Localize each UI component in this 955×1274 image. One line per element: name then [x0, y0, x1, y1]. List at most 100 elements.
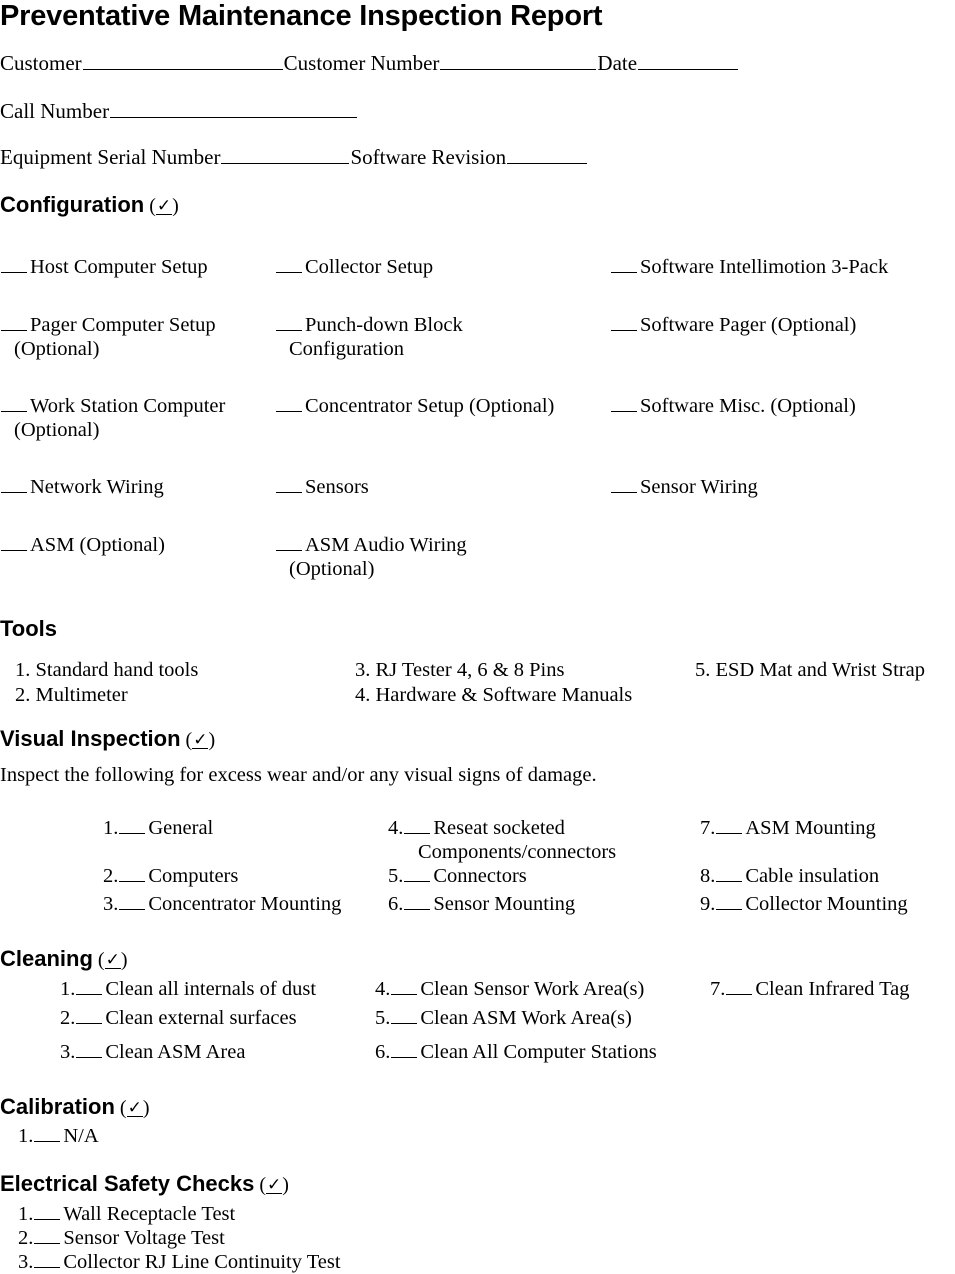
cleaning-item[interactable]: 1. Clean all internals of dust — [60, 977, 316, 1001]
cleaning-blank[interactable] — [76, 1042, 103, 1058]
config-item-sub: Configuration — [289, 338, 405, 361]
visual-blank[interactable] — [716, 866, 743, 882]
electrical-safety-blank[interactable] — [34, 1228, 61, 1244]
visual-blank[interactable] — [716, 894, 743, 910]
cleaning-item-number: 1. — [60, 978, 76, 1000]
customer-number-blank[interactable] — [440, 52, 597, 71]
date-blank[interactable] — [638, 52, 739, 71]
cleaning-item[interactable]: 6. Clean All Computer Stations — [375, 1040, 657, 1064]
config-blank[interactable] — [276, 257, 302, 273]
config-blank[interactable] — [276, 535, 302, 551]
config-item[interactable]: Network Wiring — [0, 475, 164, 499]
cleaning-item[interactable]: 5. Clean ASM Work Area(s) — [375, 1006, 632, 1030]
calibration-blank[interactable] — [34, 1126, 61, 1142]
calibration-heading-text: Calibration — [0, 1094, 115, 1119]
electrical-safety-blank[interactable] — [34, 1252, 61, 1268]
electrical-safety-item[interactable]: 3. Collector RJ Line Continuity Test — [18, 1250, 341, 1274]
visual-item-label: Sensor Mounting — [433, 893, 576, 915]
visual-blank[interactable] — [119, 866, 146, 882]
config-item[interactable]: Software Intellimotion 3-Pack — [610, 255, 888, 279]
config-item[interactable]: Sensors — [275, 475, 369, 499]
visual-item[interactable]: 7. ASM Mounting — [700, 816, 876, 840]
visual-item-number: 2. — [103, 865, 119, 887]
cleaning-item-label: Clean ASM Work Area(s) — [420, 1007, 632, 1029]
checkmark-icon: ✓ — [126, 1098, 143, 1118]
visual-item-label: Connectors — [433, 865, 527, 887]
tool-item-number: 3. — [355, 659, 371, 681]
electrical-safety-item-number: 1. — [18, 1203, 34, 1225]
cleaning-item-label: Clean ASM Area — [105, 1041, 246, 1063]
visual-item[interactable]: 6. Sensor Mounting — [388, 892, 575, 916]
cleaning-blank[interactable] — [391, 1008, 418, 1024]
cleaning-item[interactable]: 2. Clean external surfaces — [60, 1006, 297, 1030]
config-item[interactable]: Software Misc. (Optional) — [610, 394, 856, 418]
config-blank[interactable] — [1, 535, 27, 551]
cleaning-blank[interactable] — [391, 979, 418, 995]
visual-inspection-intro: Inspect the following for excess wear an… — [0, 764, 597, 786]
software-revision-blank[interactable] — [507, 146, 588, 165]
config-item[interactable]: Pager Computer Setup (Optional) — [0, 313, 216, 361]
electrical-safety-item[interactable]: 1. Wall Receptacle Test — [18, 1202, 235, 1226]
electrical-safety-item-label: Wall Receptacle Test — [63, 1203, 236, 1225]
config-item[interactable]: Sensor Wiring — [610, 475, 758, 499]
equipment-serial-blank[interactable] — [221, 146, 350, 165]
visual-item[interactable]: 2. Computers — [103, 864, 238, 888]
visual-item[interactable]: 3. Concentrator Mounting — [103, 892, 341, 916]
visual-item[interactable]: 9. Collector Mounting — [700, 892, 908, 916]
config-blank[interactable] — [1, 257, 27, 273]
config-item[interactable]: ASM Audio Wiring (Optional) — [275, 533, 467, 581]
section-heading-electrical-safety: Electrical Safety Checks (✓) — [0, 1171, 289, 1196]
visual-item[interactable]: 8. Cable insulation — [700, 864, 879, 888]
cleaning-item[interactable]: 3. Clean ASM Area — [60, 1040, 245, 1064]
visual-blank[interactable] — [716, 818, 743, 834]
electrical-safety-item-number: 2. — [18, 1227, 34, 1249]
visual-item[interactable]: 5. Connectors — [388, 864, 527, 888]
config-blank[interactable] — [1, 396, 27, 412]
config-item[interactable]: Punch-down Block Configuration — [275, 313, 463, 361]
calibration-item[interactable]: 1. N/A — [18, 1124, 99, 1148]
cleaning-item[interactable]: 7. Clean Infrared Tag — [710, 977, 910, 1001]
config-blank[interactable] — [611, 477, 637, 493]
config-blank[interactable] — [276, 396, 302, 412]
config-blank[interactable] — [611, 396, 637, 412]
cleaning-blank[interactable] — [76, 979, 103, 995]
config-item-sub: (Optional) — [14, 419, 100, 442]
cleaning-item[interactable]: 4. Clean Sensor Work Area(s) — [375, 977, 644, 1001]
config-item[interactable]: ASM (Optional) — [0, 533, 165, 557]
visual-blank[interactable] — [119, 894, 146, 910]
config-blank[interactable] — [276, 477, 302, 493]
electrical-safety-blank[interactable] — [34, 1204, 61, 1220]
config-blank[interactable] — [611, 257, 637, 273]
electrical-safety-item[interactable]: 2. Sensor Voltage Test — [18, 1226, 225, 1250]
visual-item[interactable]: 4. Reseat socketed Components/connectors — [388, 816, 616, 864]
page-title: Preventative Maintenance Inspection Repo… — [0, 0, 603, 32]
visual-blank[interactable] — [404, 866, 431, 882]
section-heading-configuration: Configuration (✓) — [0, 192, 179, 217]
config-blank[interactable] — [276, 315, 302, 331]
config-item[interactable]: Concentrator Setup (Optional) — [275, 394, 554, 418]
visual-item[interactable]: 1. General — [103, 816, 213, 840]
tool-item: 1. Standard hand tools — [15, 658, 198, 683]
checkmark-icon: ✓ — [266, 1175, 283, 1195]
config-item[interactable]: Host Computer Setup — [0, 255, 208, 279]
config-item[interactable]: Collector Setup — [275, 255, 433, 279]
visual-blank[interactable] — [404, 818, 431, 834]
visual-item-label: General — [148, 817, 214, 839]
section-heading-cleaning: Cleaning (✓) — [0, 946, 128, 971]
cleaning-blank[interactable] — [391, 1042, 418, 1058]
config-blank[interactable] — [611, 315, 637, 331]
visual-item-number: 1. — [103, 817, 119, 839]
checkmark-icon: ✓ — [104, 950, 121, 970]
config-item[interactable]: Work Station Computer (Optional) — [0, 394, 225, 442]
config-item-label: Work Station Computer — [30, 395, 226, 417]
cleaning-blank[interactable] — [726, 979, 753, 995]
visual-blank[interactable] — [404, 894, 431, 910]
visual-blank[interactable] — [119, 818, 146, 834]
cleaning-blank[interactable] — [76, 1008, 103, 1024]
call-number-blank[interactable] — [110, 100, 358, 119]
customer-blank[interactable] — [82, 52, 283, 71]
config-blank[interactable] — [1, 477, 27, 493]
config-blank[interactable] — [1, 315, 27, 331]
customer-field-row: Customer Customer Number Date — [0, 52, 739, 74]
config-item[interactable]: Software Pager (Optional) — [610, 313, 856, 337]
